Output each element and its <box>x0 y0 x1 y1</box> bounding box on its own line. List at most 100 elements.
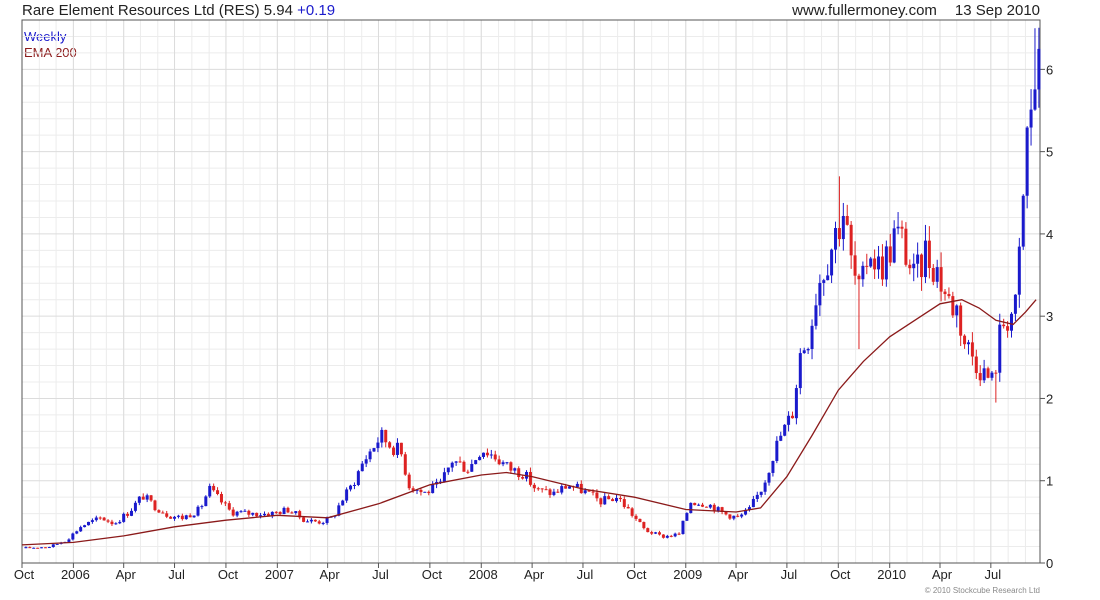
candle-up <box>501 460 505 467</box>
candle-up <box>603 492 607 505</box>
candle-body <box>419 489 423 493</box>
candle-body <box>309 519 313 522</box>
candle-body <box>583 490 587 494</box>
candle-body <box>384 429 388 443</box>
candle-body <box>278 511 282 515</box>
x-axis-labels: Oct 2006 Apr Jul Oct 2007 Apr Jul Oct 2008 Apr Jul O… <box>14 567 1001 582</box>
candle-body <box>67 539 71 542</box>
candle-up <box>708 504 712 509</box>
candle-body <box>693 502 697 506</box>
candle-body <box>959 305 963 336</box>
candle-down <box>634 514 638 521</box>
candle-body <box>775 440 779 461</box>
x-tick-label: Apr <box>524 567 545 582</box>
candle-down <box>712 503 716 514</box>
candle-body <box>618 497 622 500</box>
candle-body <box>767 472 771 483</box>
price-chart: Oct 2006 Apr Jul Oct 2007 Apr Jul Oct 2008 Apr Jul O… <box>14 19 1053 582</box>
candle-body <box>708 504 712 508</box>
candle-body <box>544 489 548 491</box>
candle-body <box>564 486 568 489</box>
candle-down <box>865 253 869 275</box>
candle-body <box>184 515 188 520</box>
candle-body <box>126 513 130 516</box>
candle-body <box>274 511 278 513</box>
candle-body <box>982 368 986 381</box>
candle-up <box>747 505 751 512</box>
candle-down <box>493 450 497 462</box>
candle-body <box>810 325 814 349</box>
candle-down <box>661 534 665 539</box>
candle-body <box>372 448 376 452</box>
candle-down <box>642 521 646 530</box>
candle-body <box>595 492 599 499</box>
candle-body <box>963 335 967 345</box>
candle-down <box>462 460 466 472</box>
candle-body <box>665 535 669 538</box>
candle-up <box>341 499 345 506</box>
candle-body <box>599 498 603 505</box>
candle-body <box>763 482 767 492</box>
candle-down <box>556 489 560 493</box>
candle-body <box>857 275 861 280</box>
candle-body <box>317 521 321 524</box>
candle-up <box>884 240 888 287</box>
candle-body <box>970 342 974 357</box>
candle-body <box>642 522 646 529</box>
candle-body <box>927 240 931 268</box>
candle-body <box>32 547 36 549</box>
candle-body <box>75 531 79 534</box>
x-tick-label: Oct <box>626 567 647 582</box>
candle-up <box>474 459 478 465</box>
candle-body <box>806 348 810 351</box>
candle-body <box>978 373 982 381</box>
candle-body <box>834 228 838 250</box>
candle-body <box>1021 195 1025 247</box>
candle-body <box>994 372 998 374</box>
candle-body <box>493 454 497 460</box>
candle-body <box>532 484 536 489</box>
candle-body <box>94 517 98 521</box>
candle-body <box>243 510 247 512</box>
candle-down <box>736 513 740 518</box>
candle-body <box>55 543 59 545</box>
candle-body <box>884 246 888 280</box>
candle-body <box>646 528 650 533</box>
x-tick-label: Oct <box>14 567 35 582</box>
candle-body <box>794 388 798 419</box>
candle-down <box>607 494 611 500</box>
candle-up <box>176 514 180 519</box>
candle-body <box>951 296 955 316</box>
candle-body <box>943 291 947 295</box>
candle-up <box>771 460 775 477</box>
candle-body <box>732 515 736 519</box>
candle-up <box>912 253 916 282</box>
candle-down <box>532 482 536 492</box>
candle-body <box>497 459 501 465</box>
candle-down <box>517 466 521 481</box>
candle-up <box>841 202 845 251</box>
candle-up <box>83 524 87 528</box>
candle-body <box>212 485 216 491</box>
candle-body <box>36 547 40 549</box>
candle-down <box>419 488 423 496</box>
candle-down <box>720 506 724 515</box>
candle-body <box>149 495 153 501</box>
candle-down <box>110 519 114 526</box>
x-tick-label: Apr <box>116 567 137 582</box>
candle-body <box>388 442 392 448</box>
candle-body <box>634 515 638 519</box>
candle-down <box>728 514 732 520</box>
candle-down <box>611 497 615 502</box>
candle-body <box>349 485 353 490</box>
candle-down <box>849 221 853 269</box>
candle-body <box>130 510 134 516</box>
candle-down <box>943 289 947 301</box>
candle-up <box>689 502 693 514</box>
candle-up <box>552 488 556 497</box>
candle-up <box>470 459 474 472</box>
candle-up <box>196 505 200 517</box>
candle-body <box>478 456 482 461</box>
candle-body <box>669 535 673 537</box>
candle-body <box>626 506 630 509</box>
